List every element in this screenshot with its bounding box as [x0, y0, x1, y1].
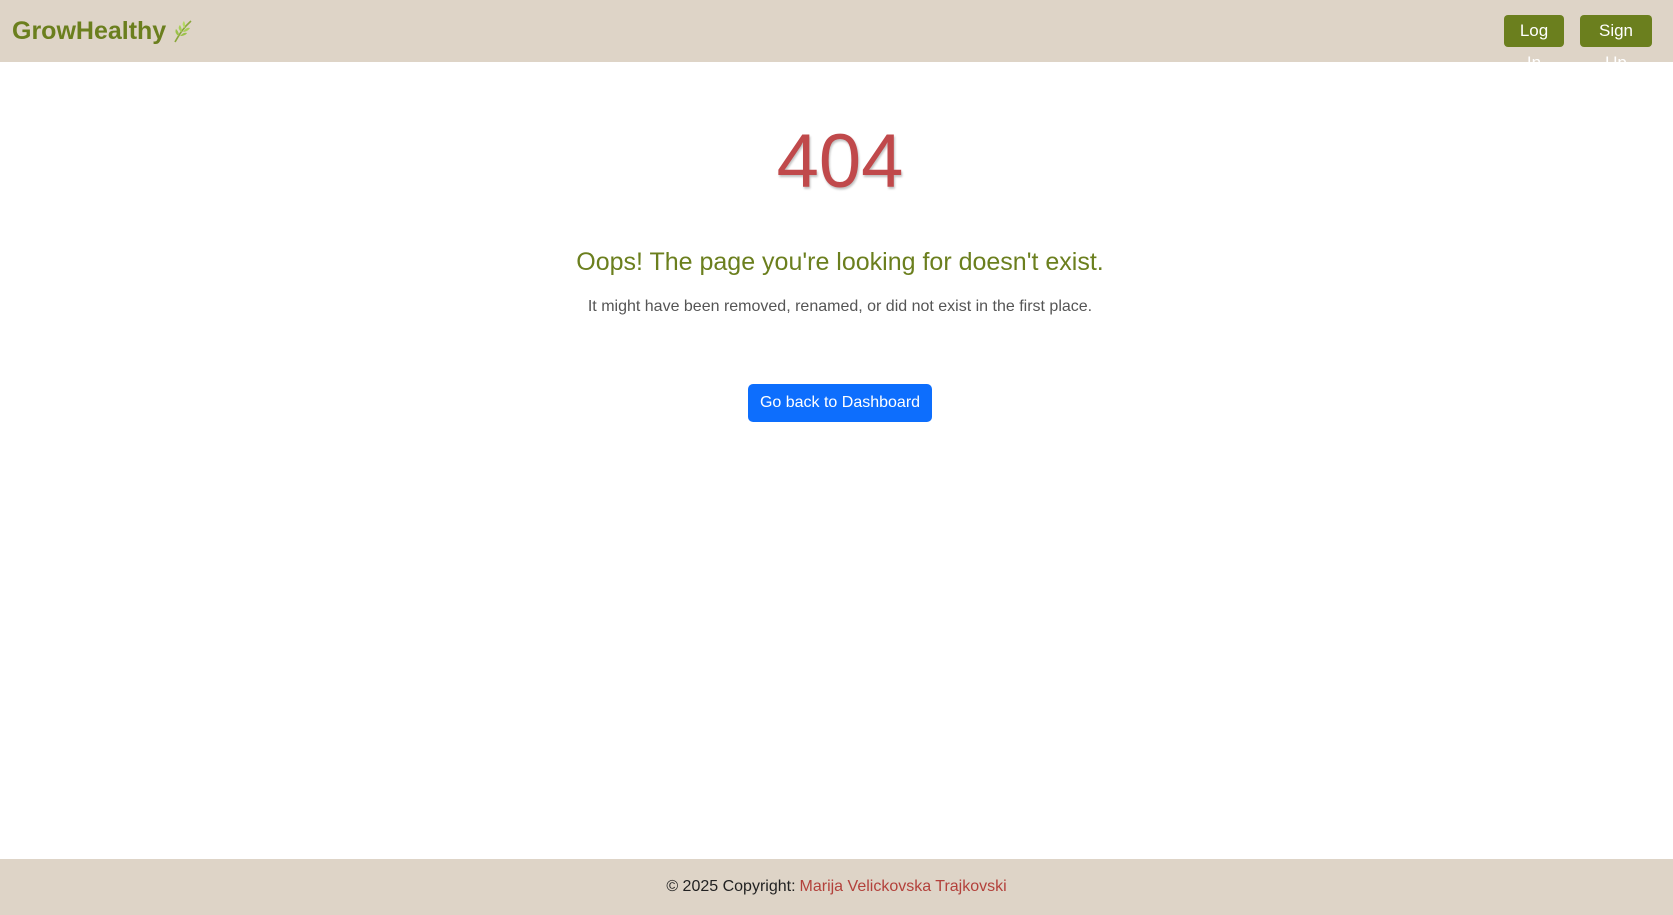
error-title: Oops! The page you're looking for doesn'… [576, 248, 1104, 276]
author-link[interactable]: Marija Velickovska Trajkovski [800, 878, 1007, 896]
login-button[interactable]: Log In [1504, 15, 1564, 72]
error-code: 404 [776, 119, 904, 204]
error-description: It might have been removed, renamed, or … [587, 298, 1093, 315]
brand-link[interactable]: GrowHealthy [12, 15, 194, 47]
leaf-icon [172, 19, 194, 43]
navbar: GrowHealthy Log In Sign Up [0, 0, 1673, 72]
back-to-dashboard-button[interactable]: Go back to Dashboard [748, 384, 932, 422]
brand-name: GrowHealthy [12, 17, 167, 45]
copyright-text: © 2025 Copyright: [666, 878, 796, 895]
footer: © 2025 Copyright: Marija Velickovska Tra… [0, 859, 1673, 915]
signup-button[interactable]: Sign Up [1580, 15, 1652, 72]
error-content: 404 Oops! The page you're looking for do… [0, 62, 1673, 859]
